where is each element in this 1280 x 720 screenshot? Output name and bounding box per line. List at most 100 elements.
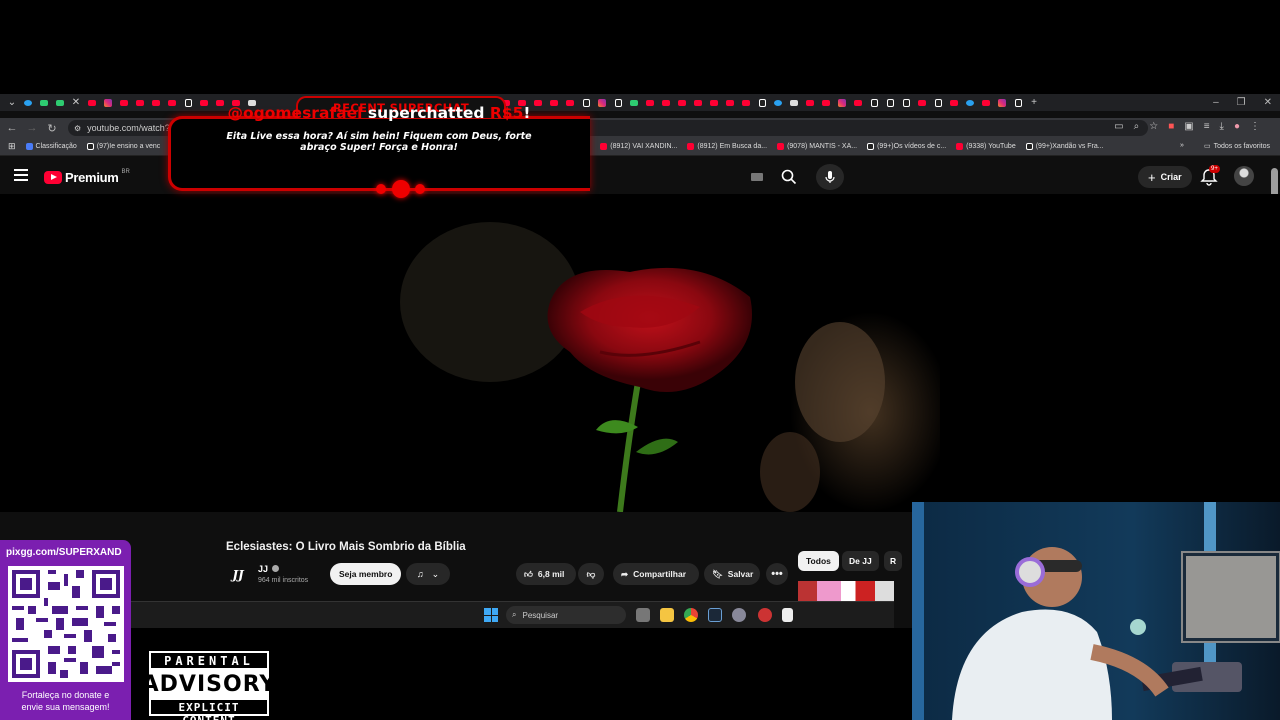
create-button[interactable]: + Criar: [1138, 166, 1192, 188]
like-button[interactable]: 👍︎ 6,8 mil: [516, 563, 576, 585]
share-button[interactable]: ➦ Compartilhar: [613, 563, 699, 585]
tab-favicon[interactable]: [722, 94, 738, 111]
tab-favicon[interactable]: [1010, 94, 1026, 111]
all-bookmarks-folder[interactable]: ▭ Todos os favoritos: [1204, 142, 1270, 151]
youtube-premium-logo[interactable]: Premium BR: [44, 169, 130, 185]
close-window-icon[interactable]: ✕: [1264, 97, 1272, 108]
profile-icon[interactable]: ●: [1234, 121, 1240, 132]
channel-avatar[interactable]: JJ: [228, 565, 248, 585]
tab-favicon[interactable]: [898, 94, 914, 111]
superchat-dot: [392, 180, 410, 198]
bookmark-item[interactable]: (9078) MANTIS - XA...: [777, 143, 857, 150]
tab-search-icon[interactable]: ⌄: [4, 97, 20, 108]
tab-favicon[interactable]: [148, 94, 164, 111]
tab-favicon[interactable]: [658, 94, 674, 111]
donation-qr-panel: pixgg.com/SUPERXAND Fortaleça no donate …: [0, 540, 131, 720]
tab-favicon[interactable]: [882, 94, 898, 111]
search-button[interactable]: [772, 162, 806, 192]
tab-favicon[interactable]: [738, 94, 754, 111]
back-icon[interactable]: ←: [2, 122, 22, 134]
zoom-icon[interactable]: ⌕: [1134, 121, 1140, 132]
minimize-icon[interactable]: –: [1213, 97, 1219, 108]
tab-favicon[interactable]: [978, 94, 994, 111]
account-avatar[interactable]: [1234, 166, 1254, 186]
settings-icon[interactable]: [732, 608, 746, 622]
tab-favicon[interactable]: [834, 94, 850, 111]
tab-favicon[interactable]: [786, 94, 802, 111]
tab-favicon[interactable]: [770, 94, 786, 111]
tab-favicon[interactable]: [36, 94, 52, 111]
taskbar-search[interactable]: ⌕ Pesquisar: [506, 606, 626, 624]
menu-icon[interactable]: [14, 169, 28, 181]
more-actions-button[interactable]: •••: [766, 563, 788, 585]
tab-favicon[interactable]: [754, 94, 770, 111]
site-info-icon[interactable]: ⚙: [74, 124, 81, 133]
file-explorer-icon[interactable]: [660, 608, 674, 622]
apps-icon[interactable]: ⊞: [8, 141, 16, 152]
keyboard-icon[interactable]: [751, 173, 763, 181]
tab-favicon[interactable]: [850, 94, 866, 111]
bookmark-item[interactable]: (99+)Xandão vs Fra...: [1025, 143, 1104, 150]
bookmark-item[interactable]: (9338) YouTube: [956, 143, 1016, 150]
tab-favicon[interactable]: [866, 94, 882, 111]
forward-icon[interactable]: →: [22, 122, 42, 134]
bookmark-item[interactable]: (8912) VAI XANDIN...: [600, 143, 677, 150]
tab-favicon[interactable]: [100, 94, 116, 111]
tab-favicon[interactable]: [930, 94, 946, 111]
steam-icon[interactable]: [708, 608, 722, 622]
notepad-icon[interactable]: [782, 608, 793, 622]
tab-favicon[interactable]: [690, 94, 706, 111]
close-tab-icon[interactable]: ✕: [68, 97, 84, 108]
tab-favicon[interactable]: [610, 94, 626, 111]
tab-favicon[interactable]: [962, 94, 978, 111]
cast-icon[interactable]: ▭: [1114, 121, 1123, 132]
tab-favicon[interactable]: [626, 94, 642, 111]
bookmark-item[interactable]: Classificação: [25, 143, 77, 150]
reload-icon[interactable]: ↻: [42, 122, 62, 135]
toolbar-icons: ▭ ⌕ ☆ ■ ▣ ≡ ⤓ ● ⋮: [1114, 121, 1260, 132]
tab-favicon[interactable]: [132, 94, 148, 111]
tab-favicon[interactable]: [116, 94, 132, 111]
channel-name[interactable]: JJ: [258, 564, 268, 574]
chrome-icon[interactable]: [684, 608, 698, 622]
video-title: Eclesiastes: O Livro Mais Sombrio da Bíb…: [226, 541, 466, 553]
download-icon[interactable]: ⤓: [1220, 121, 1224, 132]
tab-favicon[interactable]: [914, 94, 930, 111]
task-view-icon[interactable]: [636, 608, 650, 622]
tab-favicon[interactable]: [674, 94, 690, 111]
subscription-bell-button[interactable]: ♫ ⌄: [406, 563, 450, 585]
tab-favicon[interactable]: [818, 94, 834, 111]
bookmark-item[interactable]: (99+)Os vídeos de c...: [867, 143, 946, 150]
tab-favicon[interactable]: [84, 94, 100, 111]
maximize-icon[interactable]: ❐: [1237, 97, 1246, 108]
tab-favicon[interactable]: [706, 94, 722, 111]
tab-favicon[interactable]: [994, 94, 1010, 111]
new-tab-icon[interactable]: +: [1026, 97, 1042, 108]
filter-chip-from-channel[interactable]: De JJ: [842, 551, 879, 571]
bookmarks-overflow-icon[interactable]: »: [1180, 142, 1184, 150]
join-button[interactable]: Seja membro: [330, 563, 402, 585]
bookmark-item[interactable]: (97)Ie ensino a venc: [86, 143, 160, 150]
extension-icon[interactable]: ■: [1168, 121, 1174, 132]
related-video-thumbnail[interactable]: [798, 581, 894, 601]
tab-favicon[interactable]: [52, 94, 68, 111]
menu-icon[interactable]: ⋮: [1250, 121, 1260, 132]
app-icon[interactable]: [758, 608, 772, 622]
save-button[interactable]: 🔖︎ Salvar: [704, 563, 760, 585]
tab-favicon[interactable]: [946, 94, 962, 111]
filter-chip-related[interactable]: R: [884, 551, 903, 571]
tab-favicon[interactable]: [642, 94, 658, 111]
superchat-dot: [415, 184, 425, 194]
tab-favicon[interactable]: [594, 94, 610, 111]
filter-chip-all[interactable]: Todos: [798, 551, 839, 571]
windows-start-icon[interactable]: [484, 608, 498, 622]
media-icon[interactable]: ≡: [1204, 121, 1210, 132]
bookmark-item[interactable]: (8912) Em Busca da...: [687, 143, 767, 150]
dislike-button[interactable]: 👎︎: [578, 563, 604, 585]
bookmark-star-icon[interactable]: ☆: [1149, 121, 1158, 132]
voice-search-button[interactable]: [816, 164, 844, 190]
tab-favicon[interactable]: [802, 94, 818, 111]
tab-favicon[interactable]: [20, 94, 36, 111]
puzzle-icon[interactable]: ▣: [1184, 121, 1193, 132]
video-player[interactable]: [0, 194, 1280, 512]
